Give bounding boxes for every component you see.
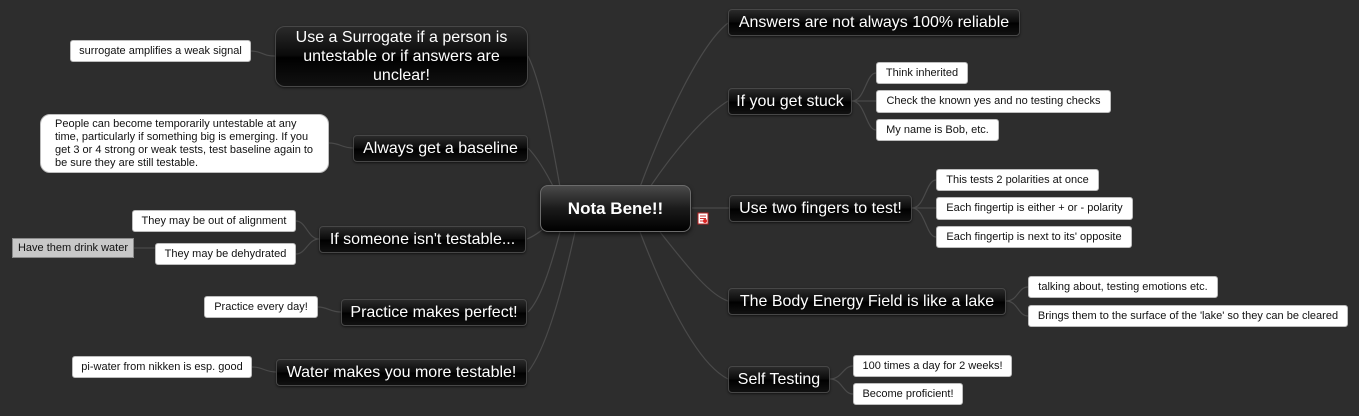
- subtopic-label: This tests 2 polarities at once: [946, 173, 1089, 186]
- connector: [317, 306, 342, 313]
- subtopic-testing-checks[interactable]: Check the known yes and no testing check…: [876, 90, 1111, 113]
- topic-label: Practice makes perfect!: [350, 304, 518, 321]
- subtopic-name-is-bob[interactable]: My name is Bob, etc.: [876, 119, 999, 141]
- connector: [251, 366, 277, 373]
- connector: [328, 142, 354, 149]
- connector: [250, 50, 276, 57]
- subtopic-surface-of-lake[interactable]: Brings them to the surface of the 'lake'…: [1028, 305, 1348, 327]
- connector: [527, 147, 556, 191]
- connector: [829, 378, 854, 395]
- topic-label: If you get stuck: [736, 93, 844, 110]
- topic-use-surrogate[interactable]: Use a Surrogate if a person is untestabl…: [275, 26, 528, 87]
- subtopic-fingertip-polarity[interactable]: Each fingertip is either + or - polarity: [936, 197, 1133, 220]
- connector: [1005, 286, 1029, 302]
- subtopic-label: talking about, testing emotions etc.: [1038, 280, 1208, 293]
- subtopic-label: Become proficient!: [862, 387, 954, 400]
- subtopic-think-inherited[interactable]: Think inherited: [876, 62, 968, 84]
- connector: [295, 220, 320, 240]
- subtopic-label: People can become temporarily untestable…: [55, 117, 314, 169]
- connector: [1005, 300, 1029, 317]
- subtopic-become-proficient[interactable]: Become proficient!: [853, 383, 963, 405]
- subtopic-label: Each fingertip is either + or - polarity: [946, 202, 1123, 214]
- subtopic-label: They may be out of alignment: [141, 214, 287, 227]
- topic-label: Water makes you more testable!: [286, 364, 517, 381]
- mind-map-canvas: Nota Bene!! Answers are not always 100% …: [0, 0, 1359, 416]
- subtopic-100-times-a-day[interactable]: 100 times a day for 2 weeks!: [853, 355, 1012, 377]
- subtopic-two-polarities[interactable]: This tests 2 polarities at once: [936, 169, 1099, 191]
- subtopic-out-of-alignment[interactable]: They may be out of alignment: [132, 210, 296, 232]
- topic-two-fingers[interactable]: Use two fingers to test!: [729, 195, 912, 222]
- subtopic-label: My name is Bob, etc.: [886, 123, 989, 136]
- connector: [851, 72, 877, 102]
- subtopic-label: Have them drink water: [17, 241, 129, 254]
- connector: [829, 365, 854, 380]
- connector: [527, 55, 561, 188]
- topic-answers-reliability[interactable]: Answers are not always 100% reliable: [728, 9, 1020, 36]
- subtopic-fingertip-opposite[interactable]: Each fingertip is next to its' opposite: [936, 226, 1132, 248]
- connector: [295, 238, 320, 255]
- connector: [639, 22, 729, 188]
- topic-label: Always get a baseline: [363, 140, 518, 157]
- central-topic[interactable]: Nota Bene!!: [540, 185, 691, 232]
- subtopic-label: Practice every day!: [214, 300, 308, 313]
- connector: [911, 179, 937, 209]
- topic-label: If someone isn't testable...: [329, 231, 516, 248]
- subtopic-testing-emotions[interactable]: talking about, testing emotions etc.: [1028, 276, 1218, 298]
- note-icon[interactable]: [697, 212, 709, 225]
- subtopic-label: Brings them to the surface of the 'lake'…: [1037, 309, 1339, 322]
- topic-baseline[interactable]: Always get a baseline: [353, 135, 528, 162]
- subtopic-practice-every-day[interactable]: Practice every day!: [204, 296, 318, 318]
- subtopic-label: Each fingertip is next to its' opposite: [946, 230, 1122, 243]
- subtopic-label: surrogate amplifies a weak signal: [79, 44, 242, 57]
- subtopic-label: Think inherited: [885, 66, 959, 79]
- topic-water[interactable]: Water makes you more testable!: [276, 359, 527, 386]
- connector: [527, 231, 561, 313]
- topic-label: Self Testing: [737, 371, 821, 388]
- subtopic-dehydrated[interactable]: They may be dehydrated: [155, 243, 296, 265]
- subtopic-label: 100 times a day for 2 weeks!: [862, 359, 1003, 372]
- connector: [851, 100, 877, 131]
- topic-self-testing[interactable]: Self Testing: [728, 366, 830, 393]
- topic-label: Use two fingers to test!: [739, 200, 902, 217]
- connector: [639, 231, 729, 380]
- connector: [911, 207, 937, 238]
- topic-label: The Body Energy Field is like a lake: [739, 293, 995, 310]
- subtopic-drink-water[interactable]: Have them drink water: [12, 238, 134, 258]
- subtopic-label: Check the known yes and no testing check…: [886, 95, 1101, 107]
- topic-practice[interactable]: Practice makes perfect!: [341, 299, 527, 326]
- topic-label: Use a Surrogate if a person is untestabl…: [295, 29, 508, 84]
- topic-not-testable[interactable]: If someone isn't testable...: [319, 226, 526, 253]
- connector: [659, 231, 729, 302]
- subtopic-label: pi-water from nikken is esp. good: [81, 360, 243, 373]
- subtopic-surrogate-amplifies[interactable]: surrogate amplifies a weak signal: [70, 40, 251, 62]
- subtopic-temporarily-untestable[interactable]: People can become temporarily untestable…: [40, 114, 329, 173]
- topic-if-stuck[interactable]: If you get stuck: [728, 88, 852, 115]
- central-topic-label: Nota Bene!!: [567, 198, 664, 218]
- subtopic-label: They may be dehydrated: [164, 247, 287, 260]
- topic-body-energy-field[interactable]: The Body Energy Field is like a lake: [728, 288, 1006, 315]
- topic-label: Answers are not always 100% reliable: [738, 14, 1010, 31]
- connector: [649, 100, 729, 188]
- subtopic-pi-water[interactable]: pi-water from nikken is esp. good: [72, 356, 252, 378]
